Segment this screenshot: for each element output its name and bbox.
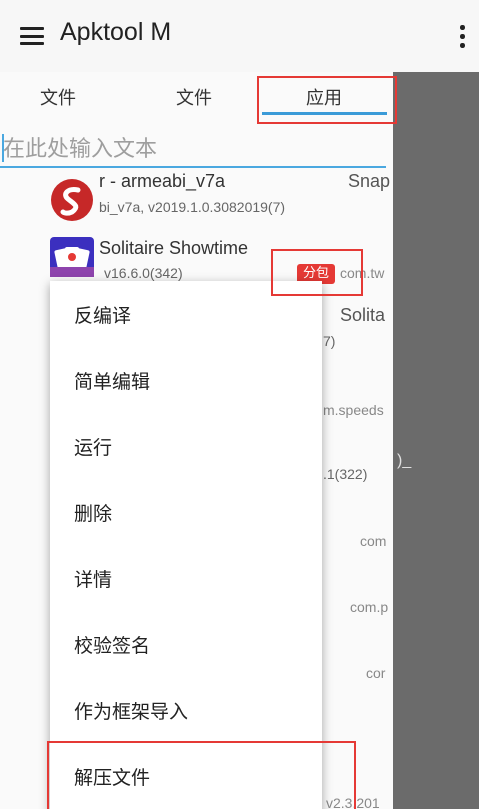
- behind-text: )_: [397, 452, 412, 469]
- behind-text: m.speeds: [323, 402, 384, 418]
- highlight-apps-tab: [257, 76, 397, 124]
- behind-text: 7): [323, 333, 336, 349]
- hamburger-menu-icon[interactable]: [20, 27, 44, 45]
- app-toolbar: Apktool M: [0, 0, 479, 72]
- list-item-package: Snap: [348, 171, 391, 191]
- drawer-scrim[interactable]: [393, 72, 479, 809]
- behind-text: com: [360, 533, 387, 549]
- context-menu: 反编译 简单编辑 运行 删除 详情 校验签名 作为框架导入 解压文件: [50, 281, 322, 809]
- menu-item-verify-signature[interactable]: 校验签名: [50, 611, 322, 677]
- list-item-subtitle: bi_v7a, v2019.1.0.3082019(7): [99, 199, 286, 215]
- snapdragon-app-icon: [51, 179, 93, 221]
- highlight-split-badge: [271, 249, 363, 296]
- menu-item-simple-edit[interactable]: 简单编辑: [50, 347, 322, 413]
- behind-text: cor: [366, 665, 386, 681]
- highlight-extract-item: [47, 741, 356, 809]
- menu-item-delete[interactable]: 删除: [50, 479, 322, 545]
- menu-item-run[interactable]: 运行: [50, 413, 322, 479]
- behind-text: com.p: [350, 599, 389, 615]
- search-input[interactable]: [3, 133, 383, 165]
- app-title: Apktool M: [60, 18, 172, 46]
- list-item-title: Solitaire Showtime: [99, 238, 249, 258]
- search-bar: [0, 130, 386, 168]
- more-vert-icon[interactable]: [452, 22, 472, 50]
- list-item-subtitle: v16.6.0(342): [104, 265, 183, 281]
- behind-text: .1(322): [323, 466, 368, 482]
- menu-item-details[interactable]: 详情: [50, 545, 322, 611]
- tab-files-1[interactable]: 文件: [40, 84, 76, 110]
- menu-item-import-framework[interactable]: 作为框架导入: [50, 677, 322, 743]
- solitaire-app-icon: [50, 237, 94, 277]
- list-item-title: r - armeabi_v7a: [99, 171, 226, 191]
- tab-files-2[interactable]: 文件: [176, 84, 212, 110]
- behind-text: Solita: [340, 305, 386, 325]
